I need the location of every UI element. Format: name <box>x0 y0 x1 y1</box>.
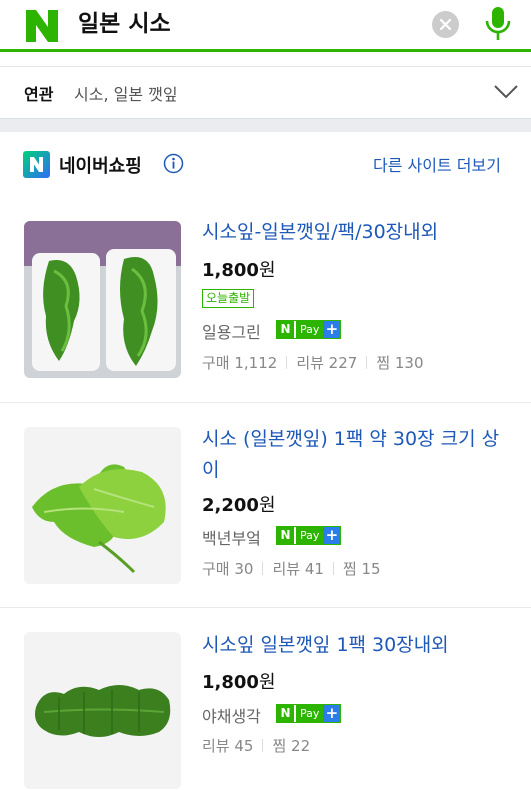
stat-divider <box>262 739 264 752</box>
npay-label: Pay <box>294 527 324 544</box>
chevron-down-icon[interactable] <box>494 85 518 99</box>
price-value: 1,800 <box>202 260 259 281</box>
product-item[interactable]: 시소잎 일본깻잎 1팩 30장내외 1,800원 야채생각 N Pay + 리뷰… <box>0 608 531 790</box>
close-icon <box>439 18 452 31</box>
plus-icon: + <box>323 321 341 338</box>
related-label: 연관 <box>24 85 54 104</box>
product-image[interactable] <box>24 427 181 584</box>
product-price: 1,800원 <box>202 256 276 282</box>
price-unit: 원 <box>258 672 276 693</box>
purchase-count: 구매 1,112 <box>202 354 278 372</box>
product-item[interactable]: 시소잎-일본깻잎/팩/30장내외 1,800원 오늘출발 일용그린 N Pay … <box>0 194 531 403</box>
stat-divider <box>332 562 334 575</box>
product-item[interactable]: 시소 (일본깻잎) 1팩 약 30장 크기 상이 2,200원 백년부엌 N P… <box>0 403 531 608</box>
seller-name[interactable]: 야채생각 <box>202 703 261 727</box>
review-count: 리뷰 227 <box>296 354 358 372</box>
npay-badge: N Pay + <box>276 704 342 723</box>
naver-shopping-logo-icon <box>23 151 50 178</box>
npay-label: Pay <box>294 705 324 722</box>
related-searches[interactable]: 연관 시소, 일본 깻잎 <box>0 66 531 118</box>
product-image[interactable] <box>24 221 181 378</box>
shiso-bundle-image <box>24 632 181 789</box>
stat-divider <box>286 356 288 369</box>
microphone-icon[interactable] <box>484 5 512 43</box>
stat-divider <box>366 356 368 369</box>
related-keywords[interactable]: 시소, 일본 깻잎 <box>74 81 178 105</box>
search-input[interactable]: 일본 시소 <box>78 7 171 41</box>
section-title: 네이버쇼핑 <box>59 156 142 177</box>
product-title[interactable]: 시소 (일본깻잎) 1팩 약 30장 크기 상이 <box>202 424 512 486</box>
npay-n-icon: N <box>277 527 294 544</box>
npay-badge: N Pay + <box>276 320 342 339</box>
npay-n-icon: N <box>277 321 294 338</box>
product-title[interactable]: 시소잎-일본깻잎/팩/30장내외 <box>202 217 512 248</box>
review-count: 리뷰 45 <box>202 737 254 755</box>
npay-n-icon: N <box>277 705 294 722</box>
product-price: 1,800원 <box>202 668 276 694</box>
seller-name[interactable]: 백년부엌 <box>202 525 261 549</box>
product-price: 2,200원 <box>202 491 276 517</box>
plus-icon: + <box>323 527 341 544</box>
section-divider <box>0 118 531 132</box>
product-stats: 리뷰 45 찜 22 <box>202 735 310 756</box>
npay-badge: N Pay + <box>276 526 342 545</box>
plus-icon: + <box>323 705 341 722</box>
clear-search-button[interactable] <box>432 11 459 38</box>
seller-name[interactable]: 일용그린 <box>202 319 261 343</box>
shiso-leaves-image <box>24 427 181 584</box>
review-count: 리뷰 41 <box>272 560 324 578</box>
purchase-count: 구매 30 <box>202 560 254 578</box>
npay-label: Pay <box>294 321 324 338</box>
wishlist-count: 찜 22 <box>272 737 311 755</box>
shopping-section-header: 네이버쇼핑 다른 사이트 더보기 <box>0 132 531 194</box>
more-sites-link[interactable]: 다른 사이트 더보기 <box>373 152 501 176</box>
shiso-pack-image <box>24 221 181 378</box>
product-image[interactable] <box>24 632 181 789</box>
price-value: 2,200 <box>202 495 259 516</box>
product-stats: 구매 1,112 리뷰 227 찜 130 <box>202 352 424 373</box>
product-stats: 구매 30 리뷰 41 찜 15 <box>202 558 381 579</box>
search-header: 일본 시소 <box>0 0 531 52</box>
wishlist-count: 찜 130 <box>376 354 424 372</box>
stat-divider <box>262 562 264 575</box>
price-unit: 원 <box>258 495 276 516</box>
product-title[interactable]: 시소잎 일본깻잎 1팩 30장내외 <box>202 630 512 661</box>
info-icon[interactable] <box>163 153 184 174</box>
wishlist-count: 찜 15 <box>342 560 381 578</box>
price-unit: 원 <box>258 260 276 281</box>
naver-logo-icon[interactable] <box>24 8 60 44</box>
price-value: 1,800 <box>202 672 259 693</box>
delivery-badge: 오늘출발 <box>202 289 255 308</box>
